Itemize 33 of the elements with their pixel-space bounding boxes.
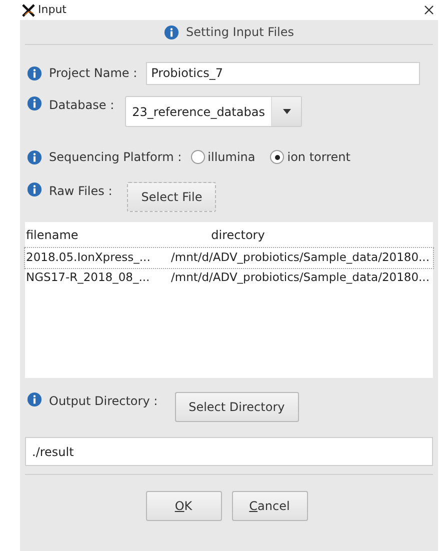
field-label: Output Directory : <box>49 393 158 410</box>
table-cell-text: 2018.05.IonXpress_... <box>25 249 152 266</box>
window-title: Input <box>38 2 68 18</box>
database-dropdown[interactable]: 23_reference_databas <box>125 96 302 127</box>
radio-button[interactable] <box>190 150 205 164</box>
info-icon <box>27 182 42 197</box>
radio-label[interactable]: ion torrent <box>287 148 350 166</box>
column-header[interactable]: directory <box>173 226 303 244</box>
radio-button[interactable] <box>270 150 284 164</box>
output-directory-field[interactable]: ./result <box>25 437 433 466</box>
project-name-field[interactable]: Probiotics_7 <box>146 62 420 84</box>
field-label: Project Name : <box>49 65 138 82</box>
table-cell-text: /mnt/d/ADV_probiotics/Sample_data/20180... <box>171 249 430 266</box>
table-cell-text: NGS17-R_2018_08_... <box>25 269 151 286</box>
field-label: Sequencing Platform : <box>49 149 182 166</box>
select-file-button[interactable]: Select File <box>127 182 216 212</box>
info-icon <box>164 24 179 40</box>
app-logo-icon <box>22 4 35 16</box>
info-icon <box>27 96 42 111</box>
dialog-button[interactable]: OK <box>146 491 222 521</box>
table-cell-text: /mnt/d/ADV_probiotics/Sample_data/20180... <box>171 269 430 286</box>
radio-label[interactable]: illumina <box>208 148 256 166</box>
info-icon <box>27 392 42 407</box>
select-directory-button[interactable]: Select Directory <box>174 392 299 422</box>
dialog-button[interactable]: Cancel <box>232 491 308 521</box>
field-label: Database : <box>49 97 114 114</box>
info-icon <box>27 150 42 164</box>
field-label: Raw Files : <box>49 183 112 200</box>
dialog-heading: Setting Input Files <box>186 24 294 41</box>
close-icon[interactable] <box>424 5 434 15</box>
info-icon <box>27 66 42 80</box>
column-header[interactable]: filename <box>25 226 173 244</box>
caret-icon <box>282 109 291 114</box>
